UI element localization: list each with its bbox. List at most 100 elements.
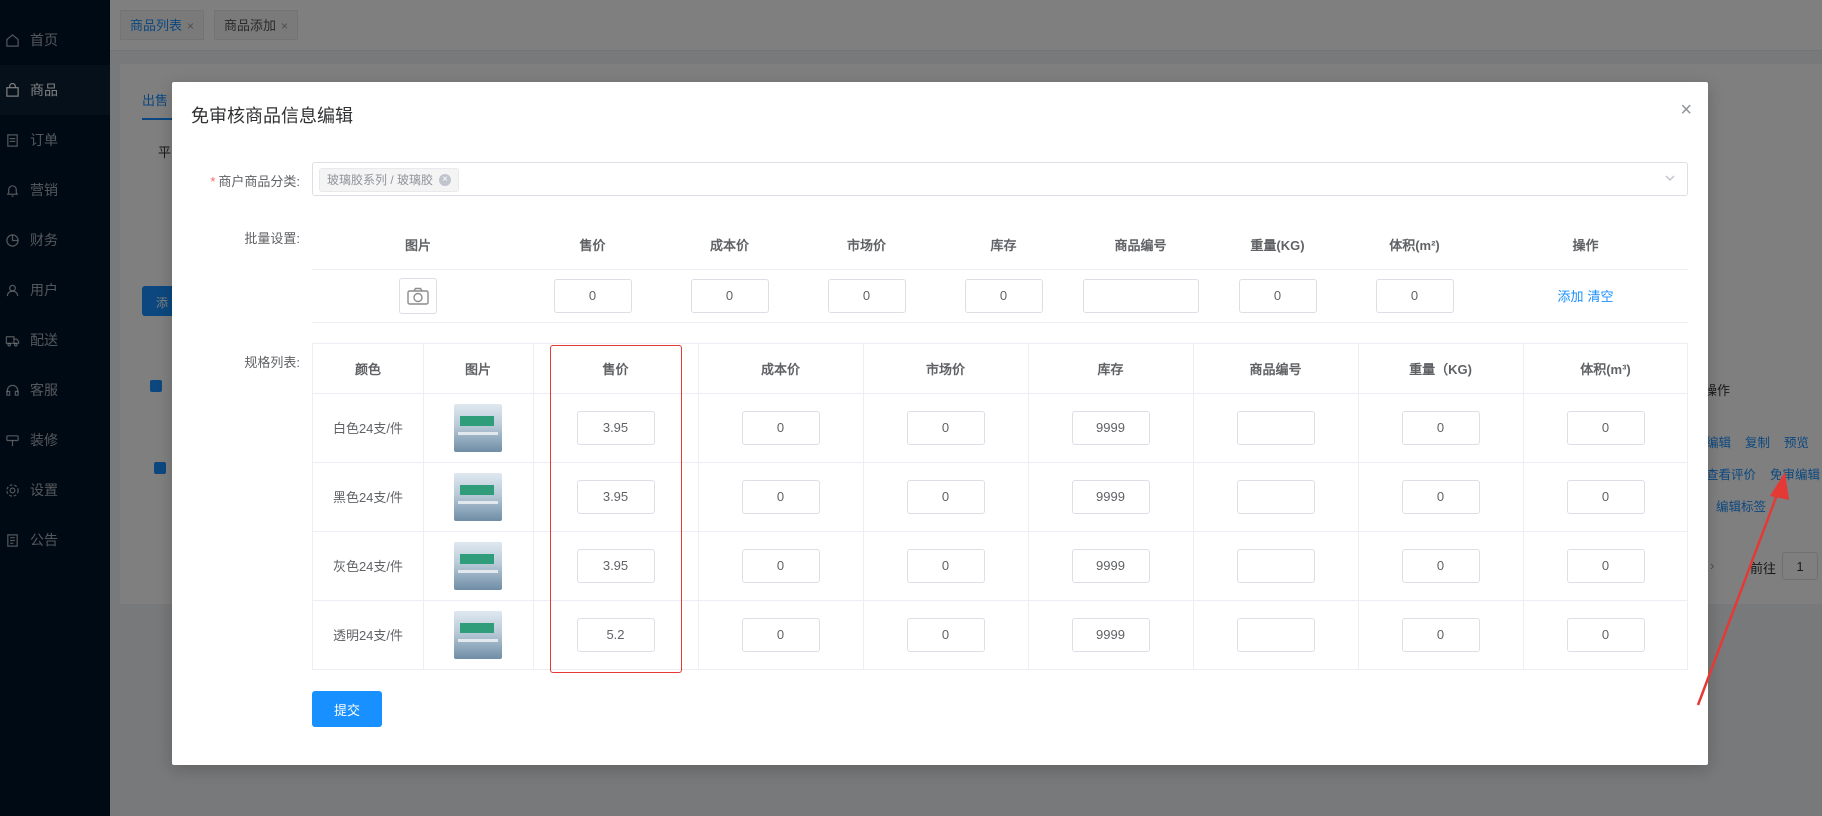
sku-input[interactable] xyxy=(1236,548,1315,583)
spec-price-cell: 5.2 xyxy=(533,600,698,669)
spec-image-cell xyxy=(423,600,533,669)
sku-input[interactable] xyxy=(1236,617,1315,652)
spec-header-stock: 库存 xyxy=(1097,362,1124,377)
spec-market-cell: 0 xyxy=(863,462,1028,531)
category-label: * 商户商品分类: xyxy=(190,171,300,190)
chevron-down-icon xyxy=(1665,175,1675,181)
upload-image-button[interactable] xyxy=(399,277,437,314)
volume-input[interactable]: 0 xyxy=(1566,479,1645,514)
spec-volume-cell: 0 xyxy=(1523,531,1688,600)
batch-volume-cell: 0 xyxy=(1346,269,1483,322)
spec-price-cell: 3.95 xyxy=(533,393,698,462)
price-input[interactable]: 5.2 xyxy=(576,617,655,652)
spec-weight-cell: 0 xyxy=(1358,531,1523,600)
table-row: 白色24支/件 3.95 0 0 9999 0 0 xyxy=(313,393,1687,463)
product-thumbnail[interactable] xyxy=(454,403,502,452)
batch-header-volume: 体积(m²) xyxy=(1389,237,1440,253)
market-price-input[interactable]: 0 xyxy=(906,617,985,652)
stock-input[interactable]: 9999 xyxy=(1071,548,1150,583)
close-icon[interactable]: × xyxy=(1680,100,1692,120)
category-select[interactable]: 玻璃胶系列 / 玻璃胶 × xyxy=(312,162,1688,196)
cost-input[interactable]: 0 xyxy=(741,479,820,514)
category-tag: 玻璃胶系列 / 玻璃胶 × xyxy=(319,168,460,192)
stock-input[interactable]: 9999 xyxy=(1071,479,1150,514)
spec-weight-cell: 0 xyxy=(1358,600,1523,669)
spec-table: 颜色 图片 售价 成本价 市场价 库存 商品编号 重量（KG) 体积(m³) 白… xyxy=(312,343,1688,670)
market-price-input[interactable]: 0 xyxy=(906,548,985,583)
batch-image-cell xyxy=(312,269,524,322)
weight-input[interactable]: 0 xyxy=(1401,548,1480,583)
weight-input[interactable]: 0 xyxy=(1401,617,1480,652)
spec-volume-cell: 0 xyxy=(1523,393,1688,462)
cost-input[interactable]: 0 xyxy=(741,617,820,652)
sku-input[interactable] xyxy=(1236,410,1315,445)
product-thumbnail[interactable] xyxy=(454,472,502,521)
spec-header-market: 市场价 xyxy=(925,362,965,377)
batch-weight-cell: 0 xyxy=(1209,269,1346,322)
batch-header-row: 图片 售价 成本价 市场价 库存 商品编号 重量(KG) 体积(m²) 操作 xyxy=(312,219,1688,270)
batch-market-input[interactable]: 0 xyxy=(827,278,906,313)
batch-sku-input[interactable] xyxy=(1082,278,1199,313)
spec-weight-cell: 0 xyxy=(1358,462,1523,531)
batch-add-link[interactable]: 添加 xyxy=(1558,286,1584,305)
volume-input[interactable]: 0 xyxy=(1566,617,1645,652)
batch-stock-input[interactable]: 0 xyxy=(964,278,1043,313)
batch-input-row: 0 0 0 0 0 0 添加 清空 xyxy=(312,269,1688,323)
spec-sku-cell xyxy=(1193,462,1358,531)
spec-stock-cell: 9999 xyxy=(1028,600,1193,669)
spec-header-price: 售价 xyxy=(602,362,629,377)
spec-volume-cell: 0 xyxy=(1523,462,1688,531)
batch-cost-cell: 0 xyxy=(661,269,798,322)
price-input[interactable]: 3.95 xyxy=(576,410,655,445)
batch-settings-table: 图片 售价 成本价 市场价 库存 商品编号 重量(KG) 体积(m²) 操作 0… xyxy=(312,219,1688,323)
dialog-title: 免审核商品信息编辑 xyxy=(191,106,353,126)
spec-sku-cell xyxy=(1193,393,1358,462)
table-row: 灰色24支/件 3.95 0 0 9999 0 0 xyxy=(313,531,1687,601)
price-input[interactable]: 3.95 xyxy=(576,548,655,583)
batch-header-cost: 成本价 xyxy=(709,237,749,253)
market-price-input[interactable]: 0 xyxy=(906,410,985,445)
batch-header-market: 市场价 xyxy=(846,237,886,253)
batch-weight-input[interactable]: 0 xyxy=(1238,278,1317,313)
spec-cost-cell: 0 xyxy=(698,462,863,531)
batch-clear-link[interactable]: 清空 xyxy=(1587,286,1613,305)
batch-price-cell: 0 xyxy=(524,269,661,322)
volume-input[interactable]: 0 xyxy=(1566,548,1645,583)
sku-input[interactable] xyxy=(1236,479,1315,514)
batch-header-stock: 库存 xyxy=(990,237,1017,253)
stock-input[interactable]: 9999 xyxy=(1071,617,1150,652)
batch-price-input[interactable]: 0 xyxy=(553,278,632,313)
spec-image-cell xyxy=(423,531,533,600)
spec-header-row: 颜色 图片 售价 成本价 市场价 库存 商品编号 重量（KG) 体积(m³) xyxy=(313,344,1687,394)
spec-color-cell: 白色24支/件 xyxy=(332,421,404,436)
product-thumbnail[interactable] xyxy=(454,610,502,659)
spec-stock-cell: 9999 xyxy=(1028,531,1193,600)
spec-stock-cell: 9999 xyxy=(1028,462,1193,531)
batch-cost-input[interactable]: 0 xyxy=(690,278,769,313)
market-price-input[interactable]: 0 xyxy=(906,479,985,514)
tag-close-icon[interactable]: × xyxy=(439,174,452,186)
batch-market-cell: 0 xyxy=(798,269,935,322)
table-row: 黑色24支/件 3.95 0 0 9999 0 0 xyxy=(313,462,1687,532)
spec-header-cost: 成本价 xyxy=(760,362,800,377)
spec-stock-cell: 9999 xyxy=(1028,393,1193,462)
submit-button[interactable]: 提交 xyxy=(312,691,382,727)
spec-header-sku: 商品编号 xyxy=(1249,362,1302,377)
price-input[interactable]: 3.95 xyxy=(576,479,655,514)
batch-sku-cell xyxy=(1072,269,1209,322)
spec-cost-cell: 0 xyxy=(698,531,863,600)
volume-input[interactable]: 0 xyxy=(1566,410,1645,445)
product-thumbnail[interactable] xyxy=(454,541,502,590)
spec-header-weight: 重量（KG) xyxy=(1409,362,1472,377)
batch-header-weight: 重量(KG) xyxy=(1250,237,1305,253)
batch-volume-input[interactable]: 0 xyxy=(1375,278,1454,313)
weight-input[interactable]: 0 xyxy=(1401,410,1480,445)
cost-input[interactable]: 0 xyxy=(741,548,820,583)
batch-header-image: 图片 xyxy=(404,237,431,253)
cost-input[interactable]: 0 xyxy=(741,410,820,445)
spec-price-cell: 3.95 xyxy=(533,462,698,531)
category-tag-text: 玻璃胶系列 / 玻璃胶 xyxy=(327,173,434,187)
stock-input[interactable]: 9999 xyxy=(1071,410,1150,445)
required-mark: * xyxy=(210,174,216,189)
weight-input[interactable]: 0 xyxy=(1401,479,1480,514)
